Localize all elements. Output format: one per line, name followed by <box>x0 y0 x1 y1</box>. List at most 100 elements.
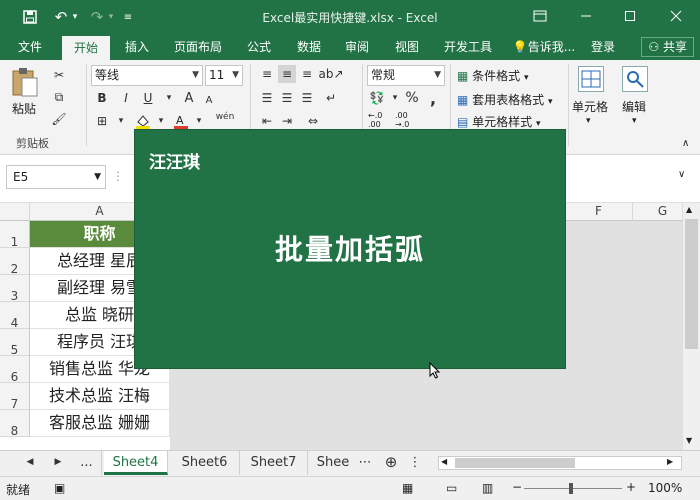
cell-a8[interactable]: 客服总监 姗姗 <box>30 410 170 437</box>
zoom-in-icon[interactable]: + <box>626 480 636 494</box>
font-size-dropdown[interactable]: 11 ▼ <box>205 65 243 86</box>
chevron-down-icon[interactable]: ▾ <box>112 112 130 130</box>
tell-me-box[interactable]: 💡告诉我... <box>508 34 580 60</box>
name-box[interactable]: E5 ▼ <box>6 165 106 189</box>
row-header-6[interactable]: 6 <box>0 356 30 384</box>
sheet-next-icon[interactable]: ▶ <box>48 451 68 475</box>
row-header-3[interactable]: 3 <box>0 275 30 303</box>
cells-label[interactable]: 单元格 <box>572 98 608 115</box>
font-grow-button[interactable]: A <box>180 89 198 107</box>
align-center-icon[interactable]: ☰ <box>278 89 296 107</box>
share-button[interactable]: ⚇ 共享 <box>641 37 694 57</box>
tab-review[interactable]: 审阅 <box>336 34 378 60</box>
align-middle-icon[interactable]: ≡ <box>278 65 296 83</box>
indent-increase-icon[interactable]: ⇥ <box>278 112 296 130</box>
phonetic-guide-button[interactable]: wén <box>212 108 238 126</box>
indent-decrease-icon[interactable]: ⇤ <box>258 112 276 130</box>
page-break-view-icon[interactable]: ▥ <box>482 481 493 495</box>
fill-color-icon[interactable] <box>134 112 152 130</box>
percent-button[interactable]: % <box>403 89 421 107</box>
sheet-prev-icon[interactable]: ◀ <box>20 451 40 475</box>
zoom-level[interactable]: 100% <box>648 481 682 495</box>
column-header-f[interactable]: F <box>565 203 633 221</box>
cut-icon[interactable]: ✂ <box>50 66 68 84</box>
align-top-icon[interactable]: ≡ <box>258 65 276 83</box>
comma-button[interactable]: , <box>424 89 442 108</box>
cell-style-button[interactable]: ▤ 单元格样式 ▾ <box>457 113 541 130</box>
tab-home[interactable]: 开始 <box>62 36 110 60</box>
align-bottom-icon[interactable]: ≡ <box>298 65 316 83</box>
decrease-decimal-button[interactable]: .00 →.0 <box>395 111 417 129</box>
customize-qat-icon[interactable]: ≡ <box>120 7 136 27</box>
horizontal-scrollbar[interactable]: ◀ ▶ <box>438 456 682 470</box>
add-sheet-icon[interactable]: ⊕ <box>380 451 402 475</box>
chevron-down-icon[interactable]: ▾ <box>586 116 591 126</box>
chevron-down-icon[interactable]: ▾ <box>190 112 208 130</box>
number-format-dropdown[interactable]: 常规 ▼ <box>367 65 445 86</box>
restore-icon[interactable] <box>618 6 642 26</box>
tab-page-layout[interactable]: 页面布局 <box>166 34 230 60</box>
tab-developer[interactable]: 开发工具 <box>436 34 500 60</box>
edit-label[interactable]: 编辑 <box>622 98 646 115</box>
chevron-down-icon[interactable]: ▾ <box>632 116 637 126</box>
row-header-8[interactable]: 8 <box>0 410 30 438</box>
zoom-slider[interactable] <box>524 488 622 489</box>
collapse-ribbon-icon[interactable]: ∧ <box>682 138 689 149</box>
minimize-icon[interactable] <box>574 6 598 26</box>
search-icon[interactable] <box>622 66 648 92</box>
scroll-right-icon[interactable]: ▶ <box>667 457 673 466</box>
table-format-button[interactable]: ▦ 套用表格格式 ▾ <box>457 91 553 108</box>
font-color-icon[interactable]: A <box>172 112 190 130</box>
undo-icon[interactable]: ↶ <box>50 7 72 27</box>
row-header-1[interactable]: 1 <box>0 221 30 249</box>
tab-file[interactable]: 文件 <box>10 34 50 60</box>
bold-button[interactable]: B <box>93 89 111 107</box>
tab-view[interactable]: 视图 <box>386 34 428 60</box>
merge-cells-icon[interactable]: ⇔ <box>304 112 322 130</box>
tab-formulas[interactable]: 公式 <box>238 34 280 60</box>
wrap-text-icon[interactable]: ↵ <box>322 89 340 107</box>
copy-icon[interactable]: ⧉ <box>50 88 68 106</box>
align-right-icon[interactable]: ☰ <box>298 89 316 107</box>
border-icon[interactable]: ⊞ <box>93 112 111 130</box>
sheet-tab-partial[interactable]: Shee <box>308 451 358 475</box>
undo-dropdown-icon[interactable]: ▾ <box>70 7 80 27</box>
paste-label[interactable]: 粘贴 <box>12 100 36 117</box>
normal-view-icon[interactable]: ▦ <box>402 481 413 495</box>
currency-icon[interactable]: 💱 <box>368 89 386 107</box>
column-header-g[interactable]: G <box>633 203 682 221</box>
sheet-tab-sheet7[interactable]: Sheet7 <box>240 451 308 475</box>
scroll-down-icon[interactable]: ▼ <box>686 436 692 445</box>
scroll-thumb[interactable] <box>455 458 575 468</box>
font-shrink-button[interactable]: A <box>200 91 218 109</box>
more-sheets-button[interactable]: ... <box>72 451 102 475</box>
font-name-dropdown[interactable]: 等线 ▼ <box>91 65 203 86</box>
expand-formula-bar-icon[interactable]: ∨ <box>678 169 685 180</box>
redo-dropdown-icon[interactable]: ▾ <box>106 7 116 27</box>
chevron-down-icon[interactable]: ▾ <box>152 112 170 130</box>
row-header-5[interactable]: 5 <box>0 329 30 357</box>
sheet-more-icon[interactable]: ⋯ <box>358 451 372 475</box>
login-link[interactable]: 登录 <box>586 34 620 60</box>
cells-icon[interactable] <box>578 66 604 92</box>
page-layout-view-icon[interactable]: ▭ <box>446 481 457 495</box>
row-header-2[interactable]: 2 <box>0 248 30 276</box>
row-header-7[interactable]: 7 <box>0 383 30 411</box>
zoom-slider-thumb[interactable] <box>569 483 573 494</box>
chevron-down-icon[interactable]: ▾ <box>160 89 178 107</box>
scroll-left-icon[interactable]: ◀ <box>441 457 447 466</box>
save-icon[interactable] <box>18 7 42 27</box>
close-icon[interactable] <box>664 6 688 26</box>
paste-icon[interactable] <box>10 66 40 98</box>
scroll-up-icon[interactable]: ▲ <box>686 205 692 214</box>
ribbon-options-icon[interactable] <box>528 6 552 26</box>
tab-data[interactable]: 数据 <box>288 34 330 60</box>
increase-decimal-button[interactable]: ←.0 .00 <box>368 111 390 129</box>
orientation-icon[interactable]: ab↗ <box>318 65 343 83</box>
macro-record-icon[interactable]: ▣ <box>54 481 65 495</box>
format-painter-icon[interactable]: 🖌 <box>50 110 68 128</box>
row-header-4[interactable]: 4 <box>0 302 30 330</box>
select-all-corner[interactable] <box>0 203 30 221</box>
cell-a7[interactable]: 技术总监 汪梅 <box>30 383 170 410</box>
sheet-more-icon[interactable]: ⋮ <box>408 451 422 475</box>
